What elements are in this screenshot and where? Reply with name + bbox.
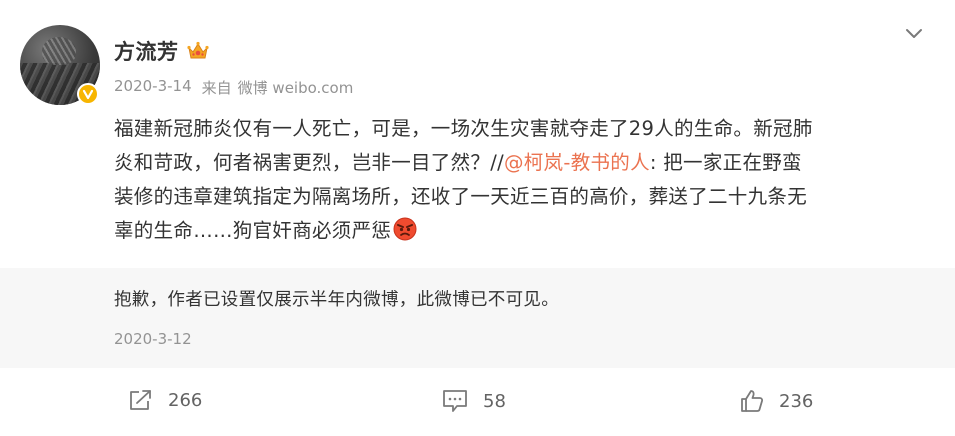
- comment-count: 58: [483, 390, 506, 412]
- author-name[interactable]: 方流芳: [114, 36, 179, 66]
- crown-vip-icon[interactable]: [186, 41, 209, 61]
- more-options-button[interactable]: [903, 22, 925, 44]
- retweet-box[interactable]: 抱歉，作者已设置仅展示半年内微博，此微博已不可见。 2020-3-12: [0, 268, 955, 368]
- post-meta: 2020-3-14 来自 微博 weibo.com: [114, 77, 353, 98]
- share-icon: [130, 390, 151, 410]
- post-source[interactable]: 微博 weibo.com: [238, 77, 354, 98]
- comment-button[interactable]: 58: [441, 388, 506, 414]
- post-content: 福建新冠肺炎仅有一人死亡，可是，一场次生灾害就夺走了29人的生命。新冠肺 炎和苛…: [114, 112, 929, 252]
- post-actions-bar: 266 58 236: [0, 368, 955, 436]
- angry-face-emoji-icon: [393, 217, 417, 252]
- weibo-post-card: 方流芳 2020-3-14 来自 微博 weibo.com 福建新冠肺炎仅有一人…: [0, 0, 955, 436]
- retweet-date[interactable]: 2020-3-12: [114, 330, 192, 348]
- source-prefix: 来自: [201, 79, 232, 97]
- thumbs-up-icon: [741, 390, 764, 412]
- author-avatar-wrap[interactable]: [20, 25, 100, 105]
- comment-icon: [443, 390, 467, 412]
- mention-link[interactable]: @柯岚-教书的人: [504, 151, 650, 174]
- content-line: 辜的生命……狗官奸商必须严惩: [114, 214, 929, 252]
- post-date[interactable]: 2020-3-14: [114, 77, 192, 98]
- author-row: 方流芳: [114, 36, 209, 66]
- content-text: 炎和苛政，何者祸害更烈，岂非一目了然？//: [114, 151, 504, 174]
- content-line: 福建新冠肺炎仅有一人死亡，可是，一场次生灾害就夺走了29人的生命。新冠肺: [114, 117, 813, 140]
- content-text: 辜的生命……狗官奸商必须严惩: [114, 219, 392, 242]
- verified-badge-icon: [77, 83, 99, 105]
- share-button[interactable]: 266: [128, 388, 202, 412]
- chevron-down-icon: [906, 29, 922, 38]
- like-count: 236: [779, 390, 814, 412]
- content-text: : 把一家正在野蛮: [649, 151, 802, 174]
- content-line: 装修的违章建筑指定为隔离场所，还收了一天近三百的高价，葬送了二十九条无: [114, 185, 808, 208]
- like-button[interactable]: 236: [739, 388, 813, 414]
- share-count: 266: [168, 389, 203, 411]
- retweet-unavailable-text: 抱歉，作者已设置仅展示半年内微博，此微博已不可见。: [114, 290, 559, 310]
- content-line: 炎和苛政，何者祸害更烈，岂非一目了然？//@柯岚-教书的人: 把一家正在野蛮: [114, 146, 929, 180]
